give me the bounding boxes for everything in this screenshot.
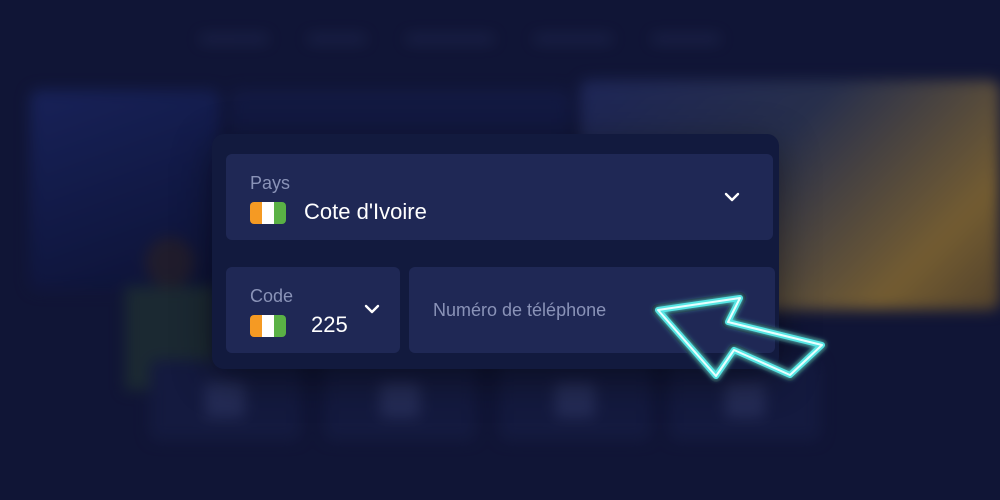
country-value: Cote d'Ivoire (304, 199, 427, 224)
chevron-down-icon[interactable] (363, 300, 381, 318)
ivory-coast-flag-icon (250, 315, 286, 337)
country-code-select[interactable]: Code 225 (226, 267, 400, 353)
code-label: Code (250, 286, 294, 306)
neon-cursor-arrow-icon (652, 292, 828, 382)
country-select[interactable]: Pays Cote d'Ivoire (226, 154, 773, 240)
country-label: Pays (250, 173, 291, 193)
code-value: 225 (311, 312, 348, 337)
chevron-down-icon[interactable] (723, 188, 741, 206)
ivory-coast-flag-icon (250, 202, 286, 224)
